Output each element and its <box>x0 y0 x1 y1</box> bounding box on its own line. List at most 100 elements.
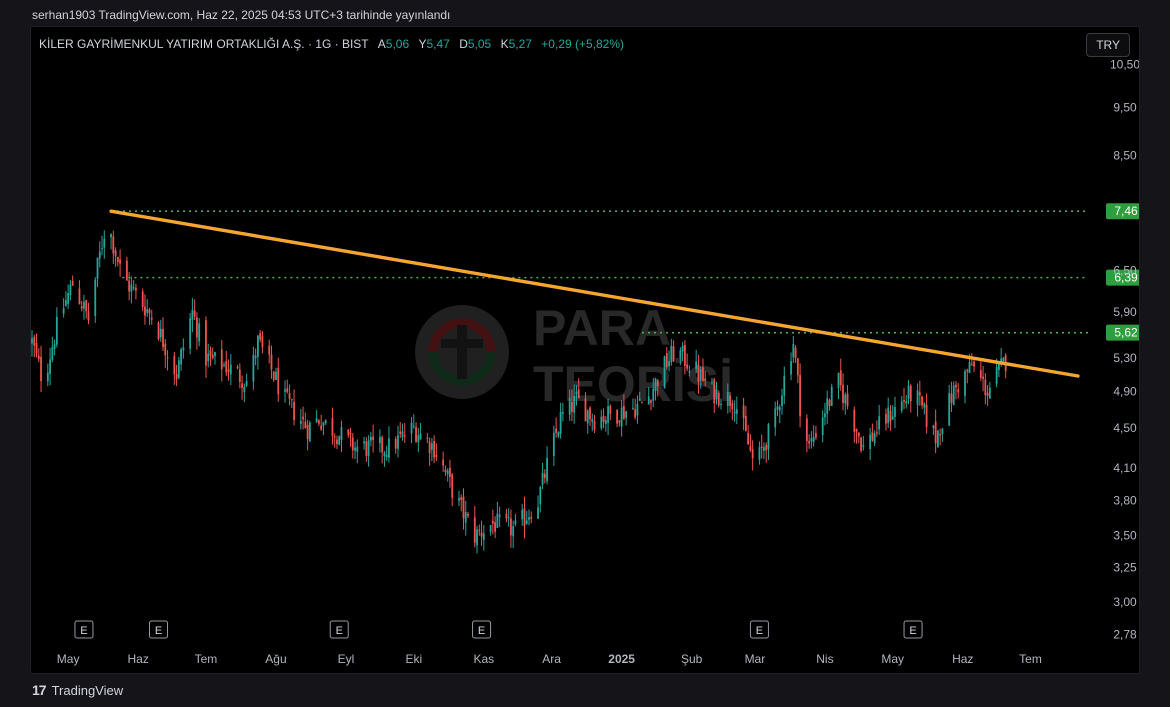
candle-body <box>412 426 415 428</box>
candle-body <box>49 359 51 374</box>
candle-body <box>652 388 655 401</box>
candle-body <box>988 387 991 399</box>
candle-body <box>844 394 847 404</box>
candle-body <box>245 381 248 386</box>
candle-body <box>494 522 497 532</box>
candle-body <box>799 374 801 417</box>
candle-body <box>302 416 304 420</box>
candle-body <box>512 526 515 537</box>
candle-body <box>636 403 639 416</box>
low-value: 5,05 <box>467 37 492 51</box>
candle-body <box>783 375 786 396</box>
candle-body <box>995 367 998 385</box>
candle-body <box>338 436 341 445</box>
candle-body <box>876 432 878 434</box>
candle-body <box>853 409 856 432</box>
candle-body <box>774 408 777 428</box>
price-chart[interactable]: PARA TEORİSİ 7,466,395,62 10,509,508,506… <box>31 27 1139 673</box>
candle-body <box>815 433 817 438</box>
footer-brand[interactable]: 17 TradingView <box>32 682 123 698</box>
candle-body <box>758 447 761 460</box>
candle-body <box>146 309 149 313</box>
candle-body <box>891 416 894 420</box>
price-axis: 10,50 9,50 8,50 6,50 5,90 5,30 4,90 4,50 4,10 3,8… <box>1110 58 1139 642</box>
candle-body <box>634 409 637 418</box>
candle-body <box>778 407 781 411</box>
candle-body <box>372 436 375 441</box>
candle-body <box>261 336 264 348</box>
candle-body <box>141 291 144 307</box>
candle-body <box>349 432 352 435</box>
candle-body <box>78 288 81 305</box>
candle-body <box>909 385 912 402</box>
candle-body <box>792 344 795 358</box>
candle-body <box>903 400 905 402</box>
close-value: 5,27 <box>508 37 532 51</box>
symbol-name: KİLER GAYRİMENKUL YATIRIM ORTAKLIĞI A.Ş.… <box>39 37 369 51</box>
candle-body <box>810 438 813 442</box>
candle-body <box>826 398 829 414</box>
y-tick-label: 2,78 <box>1113 627 1137 641</box>
symbol-legend: KİLER GAYRİMENKUL YATIRIM ORTAKLIĞI A.Ş.… <box>39 37 624 51</box>
candle-body <box>31 338 33 344</box>
candle-body <box>315 418 318 422</box>
candle-body <box>573 396 576 413</box>
candle-body <box>451 474 454 498</box>
candle-body <box>936 430 939 448</box>
chart-panel[interactable]: PARA TEORİSİ 7,46 6,39 5,62 10,50 9,50 8,50 6… <box>30 26 1140 674</box>
candle-body <box>589 407 591 420</box>
candle-body <box>973 361 975 367</box>
earnings-marker-label: E <box>80 625 87 637</box>
y-tick-label: 3,50 <box>1113 529 1137 543</box>
candle-body <box>306 424 309 440</box>
candle-body <box>55 316 58 345</box>
candle-body <box>968 362 971 374</box>
candle-body <box>394 438 397 449</box>
candle-body <box>180 349 183 365</box>
candle-body <box>952 385 955 405</box>
candle-body <box>828 399 831 406</box>
watermark-line1: PARA <box>533 300 671 356</box>
candle-body <box>101 248 103 250</box>
candle-body <box>116 256 119 263</box>
y-tick-label: 9,50 <box>1113 101 1137 115</box>
candle-body <box>921 396 923 406</box>
candle-body <box>388 438 390 458</box>
candle-body <box>593 421 596 430</box>
candle-body <box>616 410 619 424</box>
currency-button[interactable]: TRY <box>1086 33 1130 57</box>
candle-body <box>442 459 445 466</box>
candle-body <box>148 309 151 314</box>
candle-body <box>717 392 720 406</box>
candle-body <box>620 407 623 427</box>
candle-body <box>932 425 935 429</box>
y-tick-label: 10,50 <box>1110 58 1139 72</box>
candle-body <box>286 388 289 392</box>
candle-body <box>354 447 356 451</box>
candle-body <box>742 405 745 419</box>
x-tick-label: May <box>881 652 904 666</box>
candle-body <box>654 378 657 391</box>
candle-body <box>162 329 164 347</box>
candle-body <box>530 516 533 519</box>
candle-body <box>878 416 881 430</box>
candle-body <box>765 445 768 451</box>
candle-body <box>71 281 74 286</box>
candle-body <box>225 360 228 373</box>
candle-body <box>984 379 987 396</box>
candle-body <box>790 361 792 375</box>
candle-body <box>205 320 207 366</box>
candle-body <box>293 402 295 421</box>
candle-body <box>830 386 833 406</box>
candle-body <box>715 389 718 400</box>
candle-body <box>591 418 594 423</box>
candle-body <box>683 345 686 366</box>
candle-body <box>275 371 277 381</box>
candle-body <box>320 425 323 430</box>
candle-body <box>808 440 811 444</box>
candle-body <box>308 422 311 442</box>
candle-body <box>625 411 628 418</box>
candle-body <box>647 396 650 405</box>
candle-body <box>941 428 944 434</box>
candle-body <box>356 446 359 452</box>
